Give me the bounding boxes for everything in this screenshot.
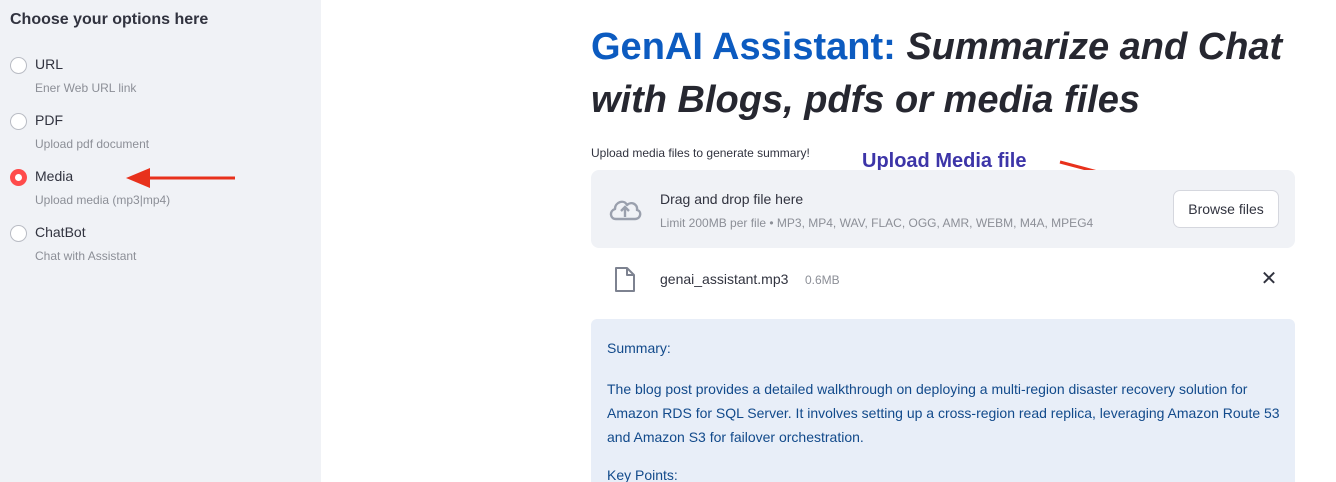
radio-circle-selected[interactable] [10, 169, 27, 186]
cloud-upload-icon [609, 200, 642, 221]
radio-circle[interactable] [10, 113, 27, 130]
sidebar: Choose your options here URL Ener Web UR… [0, 0, 321, 482]
radio-label: URL [35, 56, 64, 72]
radio-caption: Ener Web URL link [35, 81, 137, 95]
red-annotation-arrow-icon [126, 168, 235, 188]
dropzone-title: Drag and drop file here [660, 191, 804, 207]
summary-heading: Summary: [607, 340, 671, 356]
page-title: GenAI Assistant: Summarize and Chat with… [591, 21, 1311, 127]
file-icon [615, 267, 635, 292]
uploader-label: Upload media files to generate summary! [591, 146, 810, 160]
radio-label: ChatBot [35, 224, 86, 240]
radio-label: Media [35, 168, 74, 184]
browse-files-button[interactable]: Browse files [1173, 190, 1279, 228]
close-icon[interactable]: ✕ [1259, 268, 1279, 290]
sidebar-title: Choose your options here [10, 11, 209, 28]
radio-option-chatbot[interactable]: ChatBot Chat with Assistant [10, 220, 270, 268]
file-name: genai_assistant.mp3 [660, 271, 789, 287]
radio-caption: Chat with Assistant [35, 249, 137, 263]
radio-label: PDF [35, 112, 63, 128]
file-dropzone[interactable]: Drag and drop file here Limit 200MB per … [591, 170, 1295, 248]
radio-circle[interactable] [10, 57, 27, 74]
summary-box: Summary: The blog post provides a detail… [591, 319, 1295, 482]
file-size: 0.6MB [805, 273, 840, 287]
key-points-heading: Key Points: [607, 467, 678, 482]
title-accent: GenAI Assistant: [591, 26, 896, 68]
radio-caption: Upload pdf document [35, 137, 150, 151]
summary-text: The blog post provides a detailed walkth… [607, 381, 1280, 445]
radio-option-pdf[interactable]: PDF Upload pdf document [10, 108, 270, 156]
dropzone-limit: Limit 200MB per file • MP3, MP4, WAV, FL… [660, 216, 1094, 230]
uploaded-file-row: genai_assistant.mp3 0.6MB ✕ [591, 262, 1295, 298]
radio-option-url[interactable]: URL Ener Web URL link [10, 52, 270, 100]
radio-circle[interactable] [10, 225, 27, 242]
